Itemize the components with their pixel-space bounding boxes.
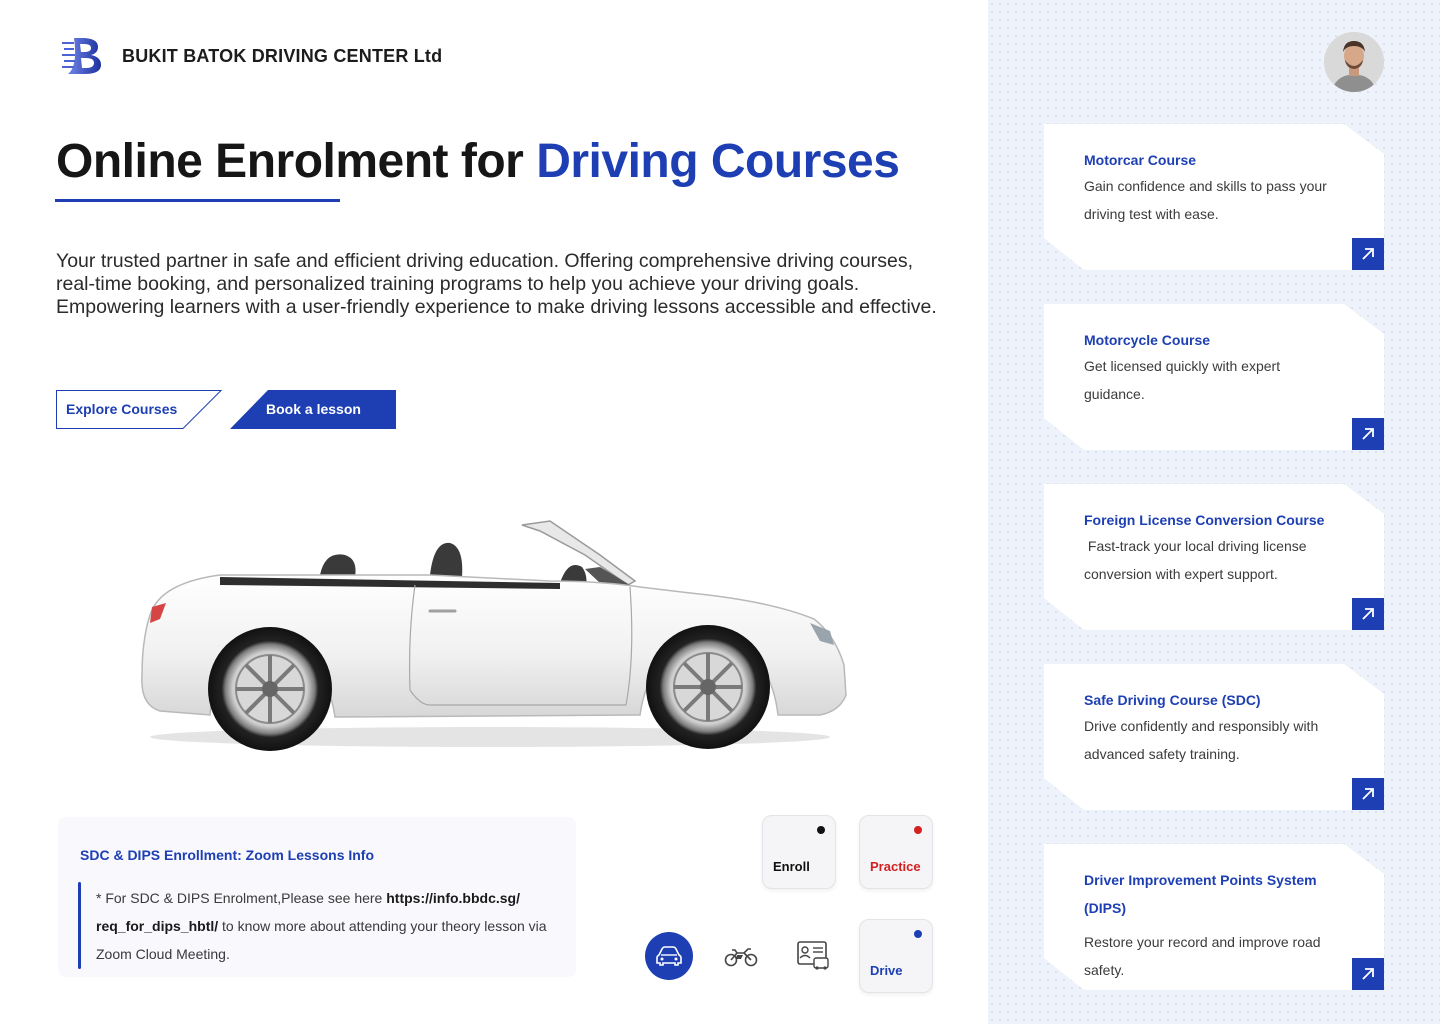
explore-courses-label: Explore Courses <box>66 401 178 417</box>
course-title: Driver Improvement Points System (DIPS) <box>1084 872 1317 916</box>
arrow-up-right-icon <box>1362 968 1374 980</box>
car-icon <box>656 946 682 966</box>
convertible-car-image <box>141 520 847 751</box>
book-lesson-label: Book a lesson <box>266 401 361 417</box>
drive-label: Drive <box>870 963 903 978</box>
course-card-motorcar[interactable]: Motorcar Course Gain confidence and skil… <box>1044 124 1384 270</box>
arrow-up-right-icon <box>1362 608 1374 620</box>
enroll-tile[interactable]: Enroll <box>762 815 836 889</box>
info-card-text: * For SDC & DIPS Enrolment,Please see he… <box>96 884 556 968</box>
course-card-motorcycle[interactable]: Motorcycle Course Get licensed quickly w… <box>1044 304 1384 450</box>
user-avatar[interactable] <box>1324 32 1384 92</box>
info-text-before: * For SDC & DIPS Enrolment,Please see he… <box>96 890 387 906</box>
arrow-up-right-icon <box>1362 428 1374 440</box>
hero-description: Your trusted partner in safe and efficie… <box>56 250 937 318</box>
enroll-label: Enroll <box>773 859 810 874</box>
practice-tile[interactable]: Practice <box>859 815 933 889</box>
book-lesson-button[interactable]: Book a lesson <box>230 390 396 430</box>
drive-tile[interactable]: Drive <box>859 919 933 993</box>
zoom-info-card: SDC & DIPS Enrollment: Zoom Lessons Info… <box>58 817 576 977</box>
motorcycle-mode-button[interactable] <box>717 932 765 980</box>
license-card-icon <box>797 941 829 970</box>
practice-dot-icon <box>914 826 922 834</box>
page-title: Online Enrolment for Driving Courses <box>56 134 900 189</box>
logo-icon <box>62 38 101 74</box>
course-description: Fast-track your local driving license co… <box>1084 538 1311 582</box>
arrow-up-right-icon <box>1362 248 1374 260</box>
avatar-image <box>1324 32 1384 92</box>
course-title: Motorcar Course <box>1084 152 1197 168</box>
motorcycle-icon <box>724 948 758 967</box>
practice-label: Practice <box>870 859 921 874</box>
course-open-button[interactable] <box>1352 778 1384 810</box>
course-card-dips[interactable]: Driver Improvement Points System (DIPS) … <box>1044 844 1384 990</box>
course-title: Safe Driving Course (SDC) <box>1084 692 1261 708</box>
course-open-button[interactable] <box>1352 598 1384 630</box>
car-mode-button[interactable] <box>645 932 693 980</box>
course-card-foreign-license[interactable]: Foreign License Conversion Course Fast-t… <box>1044 484 1384 630</box>
info-card-accent-bar <box>78 882 81 969</box>
course-description: Drive confidently and responsibly with a… <box>1084 718 1319 762</box>
enroll-dot-icon <box>817 826 825 834</box>
course-title: Foreign License Conversion Course <box>1084 512 1325 528</box>
course-card-sdc[interactable]: Safe Driving Course (SDC) Drive confiden… <box>1044 664 1384 810</box>
course-title: Motorcycle Course <box>1084 332 1211 348</box>
course-description: Gain confidence and skills to pass your … <box>1084 178 1327 222</box>
info-card-title: SDC & DIPS Enrollment: Zoom Lessons Info <box>80 847 375 863</box>
page-title-prefix: Online Enrolment for <box>56 135 537 188</box>
course-description: Get licensed quickly with expert guidanc… <box>1084 358 1281 402</box>
course-description: Restore your record and improve road saf… <box>1084 934 1321 978</box>
arrow-up-right-icon <box>1362 788 1374 800</box>
license-mode-button[interactable] <box>789 932 837 980</box>
drive-dot-icon <box>914 930 922 938</box>
title-underline <box>55 199 340 202</box>
page-title-accent: Driving Courses <box>536 135 900 188</box>
explore-courses-button[interactable]: Explore Courses <box>56 390 224 430</box>
course-open-button[interactable] <box>1352 418 1384 450</box>
brand-name: BUKIT BATOK DRIVING CENTER Ltd <box>122 45 443 66</box>
course-open-button[interactable] <box>1352 958 1384 990</box>
brand[interactable]: BUKIT BATOK DRIVING CENTER Ltd <box>60 36 442 76</box>
course-open-button[interactable] <box>1352 238 1384 270</box>
